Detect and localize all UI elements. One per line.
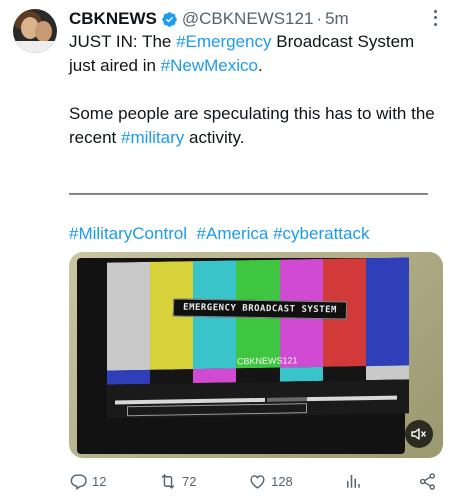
author-handle[interactable]: @CBKNEWS121	[182, 9, 314, 29]
tv-frame: EMERGENCY BROADCAST SYSTEM CBKNEWS121	[77, 257, 409, 454]
separator-line: ________________________________________	[69, 176, 428, 195]
tweet-header: CBKNEWS @CBKNEWS121 · 5m	[69, 8, 446, 30]
repost-button[interactable]: 72	[158, 472, 197, 491]
pluge-area	[107, 379, 409, 419]
avatar-face-2	[35, 21, 52, 42]
text-span: .	[257, 56, 263, 75]
hashtag-row: #MilitaryControl #America #cyberattack	[69, 222, 369, 246]
hashtag-newmexico[interactable]: #NewMexico	[161, 56, 258, 75]
text-span: JUST IN: The	[69, 32, 177, 51]
timestamp[interactable]: 5m	[325, 9, 349, 29]
repost-count: 72	[182, 473, 197, 489]
hashtag-emergency[interactable]: #Emergency	[176, 32, 271, 51]
views-button[interactable]	[344, 472, 366, 490]
tweet-paragraph-2: Some people are speculating this has to …	[69, 102, 441, 150]
hashtag-america[interactable]: #America	[197, 224, 269, 243]
repost-icon	[161, 473, 175, 489]
like-button[interactable]: 128	[248, 472, 293, 491]
author-name[interactable]: CBKNEWS	[69, 9, 157, 29]
tweet-paragraph-1: JUST IN: The #Emergency Broadcast System…	[69, 30, 441, 78]
video-player[interactable]: EMERGENCY BROADCAST SYSTEM CBKNEWS121	[69, 252, 443, 458]
tweet-text: JUST IN: The #Emergency Broadcast System…	[69, 30, 441, 198]
speaker-muted-icon[interactable]	[405, 420, 433, 448]
tv-screen: EMERGENCY BROADCAST SYSTEM CBKNEWS121	[107, 257, 409, 419]
analytics-icon	[347, 475, 361, 488]
reply-icon	[70, 473, 87, 490]
text-span: activity.	[184, 128, 245, 147]
action-bar: 12 72 128	[69, 470, 441, 492]
reply-count: 12	[92, 473, 107, 489]
separator-dot: ·	[316, 9, 323, 28]
avatar[interactable]	[13, 9, 57, 53]
verified-badge-icon	[161, 11, 178, 28]
watermark: CBKNEWS121	[237, 355, 298, 367]
like-count: 128	[271, 473, 293, 489]
share-icon	[419, 472, 435, 490]
share-button[interactable]	[418, 472, 441, 491]
hashtag-militarycontrol[interactable]: #MilitaryControl	[69, 224, 187, 243]
heart-icon	[250, 474, 265, 489]
hashtag-cyberattack[interactable]: #cyberattack	[273, 224, 369, 243]
hashtag-military[interactable]: #military	[121, 128, 184, 147]
avatar-shirt	[13, 41, 57, 53]
ebs-banner: EMERGENCY BROADCAST SYSTEM	[172, 298, 348, 320]
reply-button[interactable]: 12	[69, 472, 106, 491]
more-options-icon[interactable]	[428, 8, 442, 28]
